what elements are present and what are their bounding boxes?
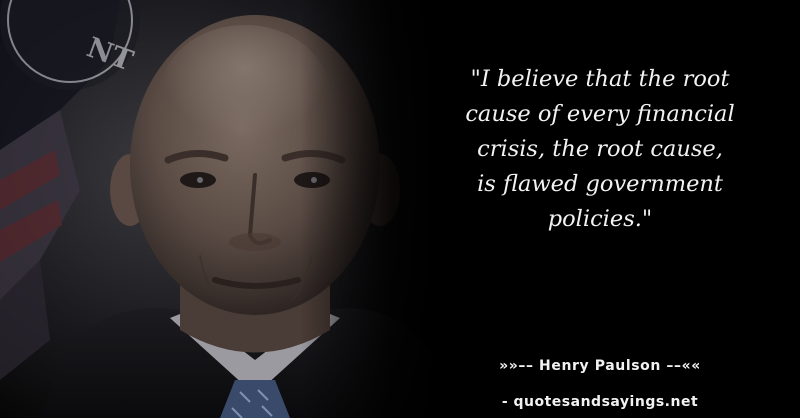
quote-line: cause of every financial <box>465 101 735 127</box>
quote-text: "I believe that the root cause of every … <box>420 62 780 237</box>
quote-line: "I believe that the root <box>470 66 730 92</box>
quote-card: NT "I believe that the root cause of eve… <box>0 0 800 418</box>
quote-line: policies." <box>547 206 653 232</box>
quote-line: is flawed government <box>477 171 723 197</box>
portrait-photo: NT <box>0 0 480 418</box>
quote-line: crisis, the root cause, <box>477 136 723 162</box>
source-credit: - quotesandsayings.net <box>501 394 699 410</box>
author-attribution: »»–– Henry Paulson ––«« <box>499 358 701 374</box>
